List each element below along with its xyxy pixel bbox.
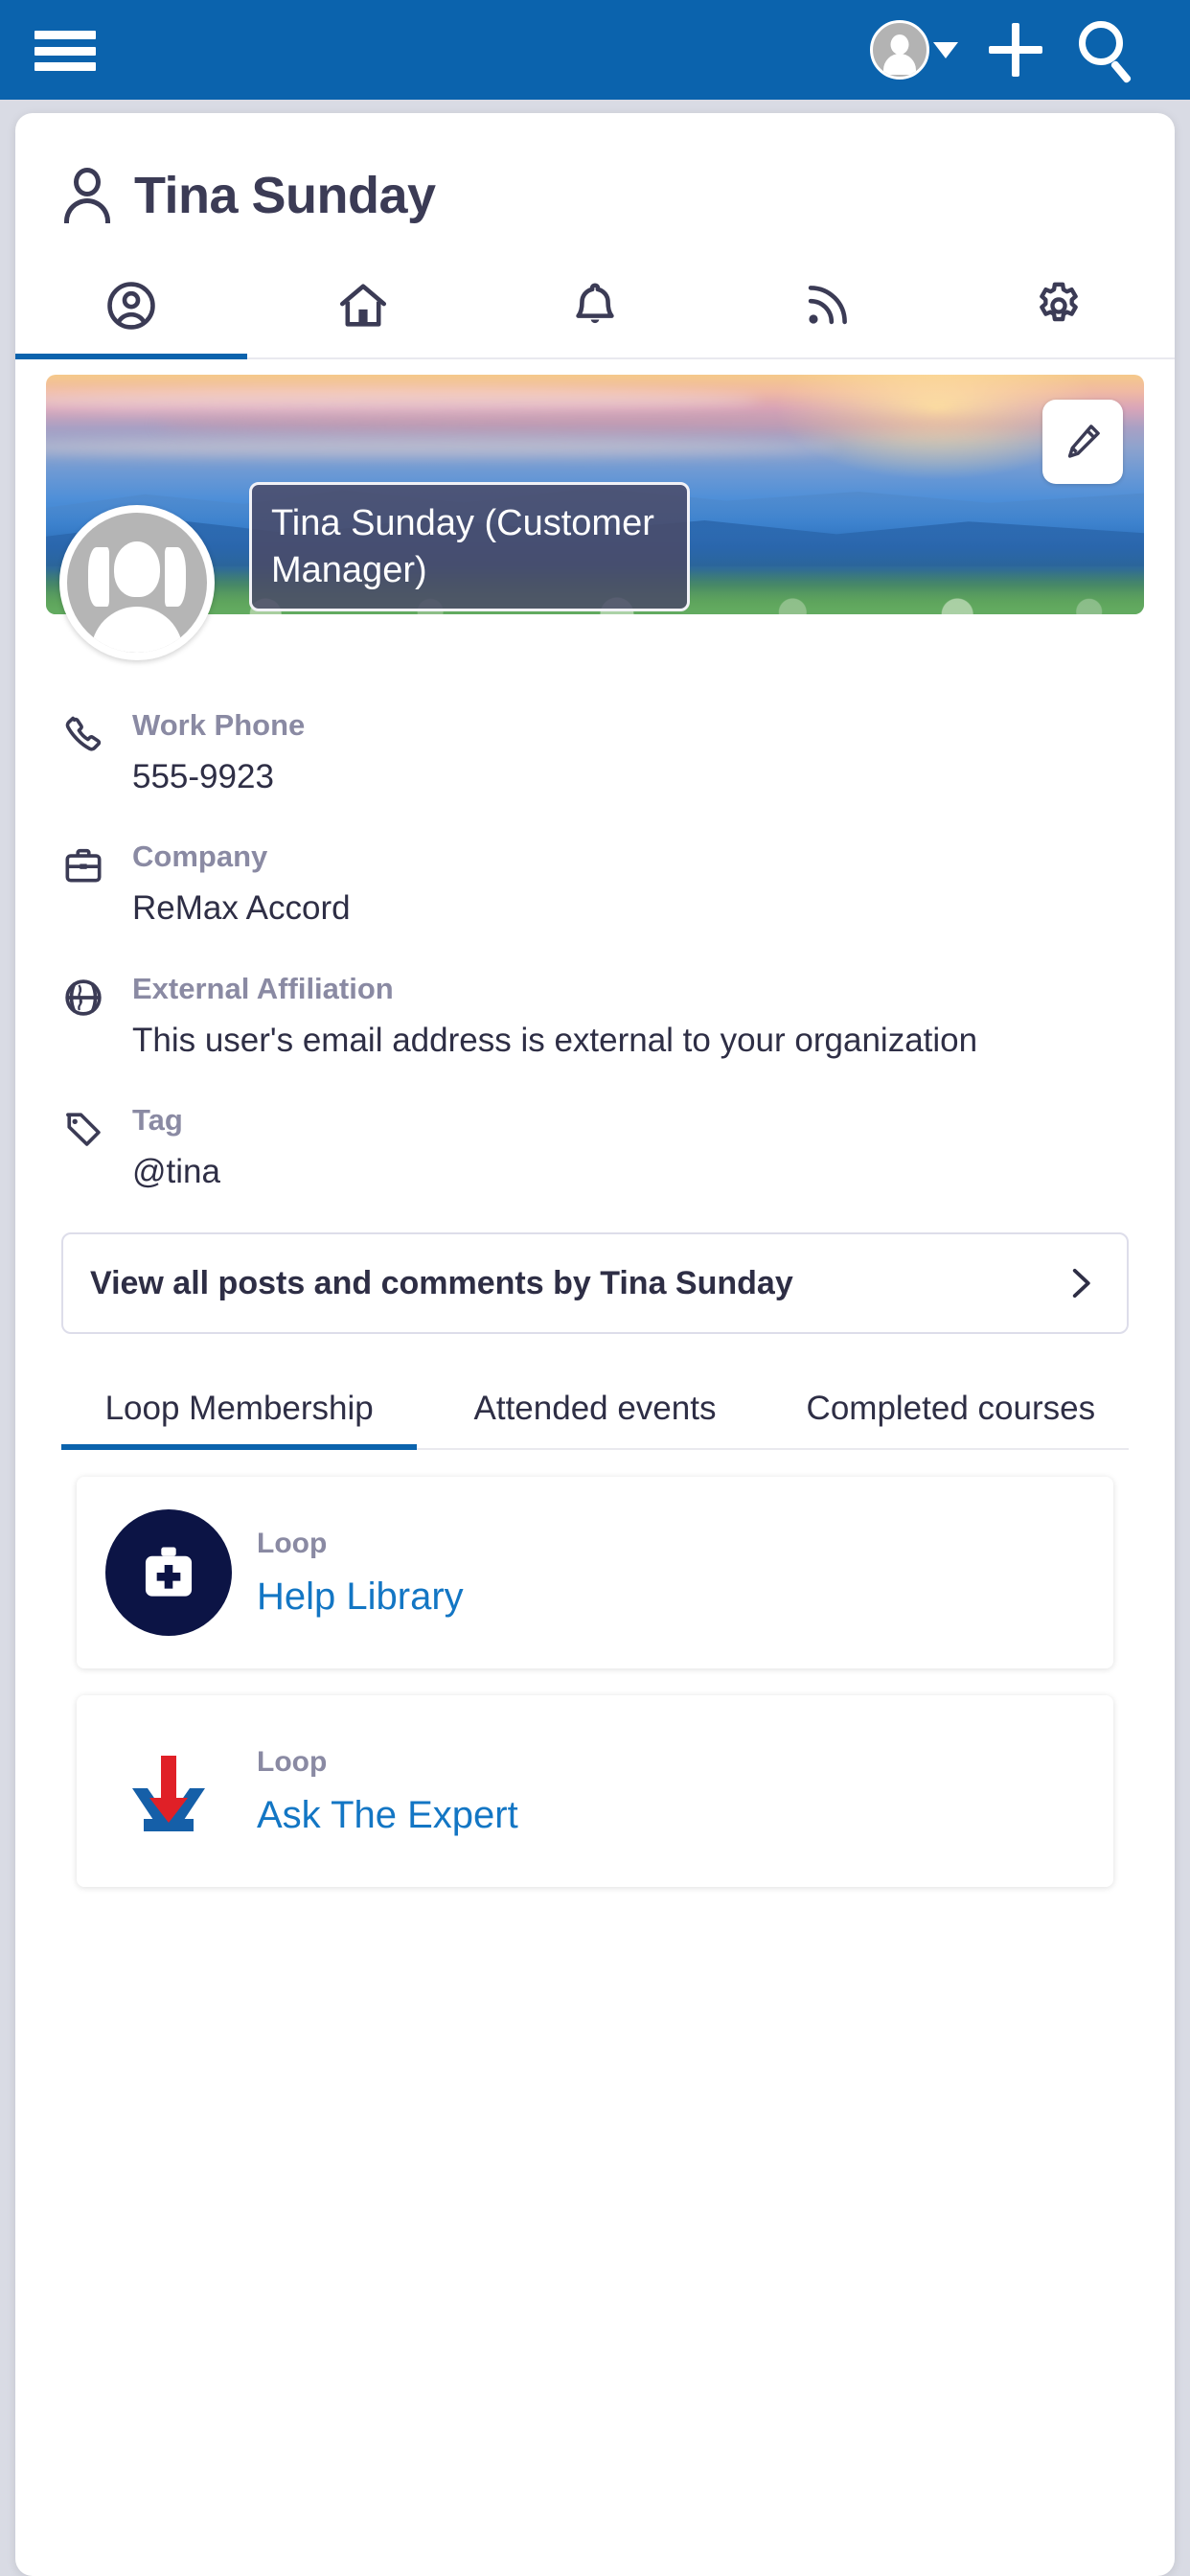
bell-icon	[576, 283, 614, 324]
person-outline-icon	[61, 166, 113, 225]
tab-home[interactable]	[247, 254, 479, 357]
globe-icon-wrap	[61, 970, 132, 1063]
loop-meta: Loop Help Library	[257, 1528, 464, 1619]
detail-value: This user's email address is external to…	[132, 1021, 978, 1059]
avatar-head	[114, 541, 160, 597]
plus-icon[interactable]	[977, 12, 1054, 88]
profile-name-badge: Tina Sunday (Customer Manager)	[249, 482, 690, 612]
profile-name-heading: Tina Sunday	[134, 167, 436, 224]
profile-banner-area: Tina Sunday (Customer Manager)	[46, 375, 1144, 660]
cloud-layer	[155, 413, 1089, 434]
hamburger-line	[34, 46, 96, 56]
tag-icon-wrap	[61, 1101, 132, 1194]
view-all-label: View all posts and comments by Tina Sund…	[90, 1264, 793, 1301]
chevron-down-icon	[933, 41, 958, 58]
detail-label: External Affiliation	[132, 971, 394, 1005]
person-body	[64, 198, 110, 223]
list-item[interactable]: Loop Ask The Expert	[77, 1695, 1113, 1888]
hamburger-line	[34, 31, 96, 39]
rss-feed-icon	[808, 286, 847, 325]
tag-icon	[66, 1113, 101, 1146]
detail-text: Work Phone 555-9923	[132, 706, 305, 799]
view-all-posts-button[interactable]: View all posts and comments by Tina Sund…	[61, 1232, 1129, 1334]
cloud-layer	[46, 388, 760, 413]
briefcase-icon	[65, 849, 102, 883]
detail-value: ReMax Accord	[132, 889, 351, 928]
detail-row-external-affiliation: External Affiliation This user's email a…	[61, 970, 1129, 1063]
detail-row-work-phone: Work Phone 555-9923	[61, 706, 1129, 799]
detail-label: Tag	[132, 1102, 183, 1137]
detail-label: Company	[132, 840, 268, 874]
avatar-body	[883, 54, 916, 75]
medical-kit-glyph	[145, 1547, 193, 1597]
tab-notifications[interactable]	[479, 254, 711, 357]
avatar-hair-right	[165, 547, 186, 607]
detail-row-company: Company ReMax Accord	[61, 838, 1129, 931]
pencil-edit-icon	[1067, 425, 1100, 458]
tab-loop-membership[interactable]: Loop Membership	[61, 1390, 418, 1451]
profile-card: Tina Sunday Tina Sunday (Customer Manage…	[15, 113, 1175, 2576]
detail-text: Tag @tina	[132, 1101, 220, 1194]
loop-meta: Loop Ask The Expert	[257, 1746, 518, 1837]
detail-text: Company ReMax Accord	[132, 838, 351, 931]
app-bar	[0, 0, 1190, 100]
loop-name-link[interactable]: Ask The Expert	[257, 1794, 518, 1837]
tab-feed[interactable]	[711, 254, 943, 357]
app-bar-actions	[870, 0, 1190, 100]
gear-icon	[1040, 282, 1078, 322]
icon-tab-bar	[15, 254, 1175, 359]
tab-completed-courses[interactable]: Completed courses	[773, 1390, 1129, 1448]
detail-row-tag: Tag @tina	[61, 1101, 1129, 1194]
chevron-right-icon	[1072, 1268, 1090, 1299]
profile-details: Work Phone 555-9923 Company ReMax Accord	[15, 614, 1175, 1194]
tab-settings[interactable]	[943, 254, 1175, 357]
detail-value: @tina	[132, 1152, 220, 1190]
briefcase-icon-wrap	[61, 838, 132, 931]
content-tab-bar: Loop Membership Attended events Complete…	[61, 1390, 1129, 1451]
hamburger-menu-icon[interactable]	[34, 31, 96, 71]
phone-icon	[65, 716, 102, 751]
user-avatar-icon	[870, 20, 929, 80]
loop-logo	[105, 1728, 232, 1854]
hamburger-line	[34, 62, 96, 71]
loop-logo	[105, 1509, 232, 1637]
red-arrow-logo-icon	[132, 1756, 205, 1832]
home-icon	[339, 284, 387, 327]
edit-banner-button[interactable]	[1042, 400, 1123, 484]
phone-icon-wrap	[61, 706, 132, 799]
avatar-head	[890, 34, 909, 55]
search-ring	[1079, 21, 1123, 65]
page-title: Tina Sunday	[15, 113, 1175, 225]
loop-kind-label: Loop	[257, 1527, 328, 1559]
list-item[interactable]: Loop Help Library	[77, 1477, 1113, 1669]
detail-text: External Affiliation This user's email a…	[132, 970, 977, 1063]
globe-icon	[65, 978, 102, 1016]
cloud-layer	[46, 438, 837, 457]
avatar[interactable]	[59, 505, 215, 660]
search-icon[interactable]	[1065, 12, 1152, 88]
detail-label: Work Phone	[132, 708, 306, 742]
search-handle	[1110, 59, 1133, 84]
detail-value: 555-9923	[132, 758, 274, 795]
loop-name-link[interactable]: Help Library	[257, 1576, 464, 1619]
tab-attended-events[interactable]: Attended events	[417, 1390, 772, 1448]
medical-kit-icon	[105, 1509, 232, 1637]
loop-kind-label: Loop	[257, 1745, 328, 1778]
tab-profile[interactable]	[15, 254, 247, 359]
person-head	[74, 168, 101, 196]
user-circle-icon	[107, 282, 155, 330]
avatar-hair-left	[88, 547, 109, 607]
account-menu-button[interactable]	[870, 20, 958, 80]
loop-membership-list: Loop Help Library Loop Ask The Expert	[15, 1450, 1175, 1888]
avatar-body	[91, 607, 183, 653]
